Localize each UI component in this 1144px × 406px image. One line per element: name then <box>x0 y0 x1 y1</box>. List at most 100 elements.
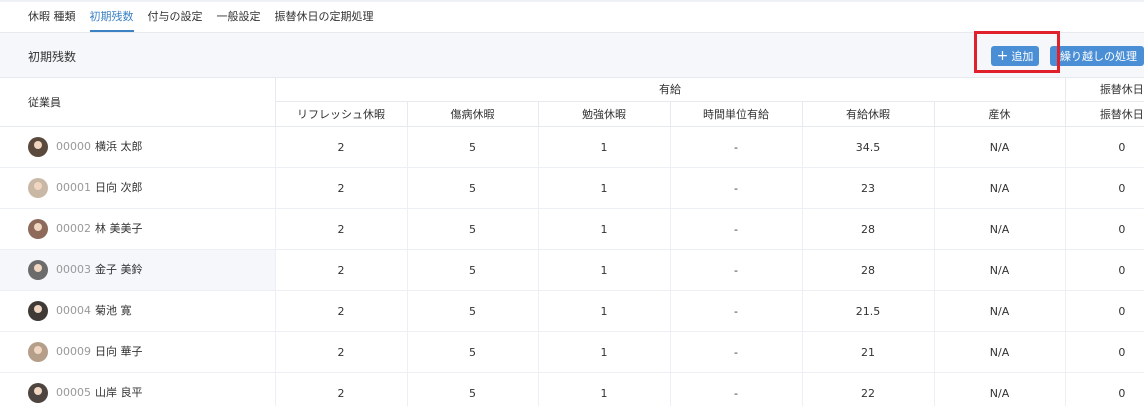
balance-cell[interactable]: 28 <box>801 249 934 291</box>
balance-cell[interactable]: 2 <box>274 372 407 406</box>
employee-cell[interactable]: 00002 林 美美子 <box>0 208 275 250</box>
balance-cell[interactable]: 2 <box>274 167 407 209</box>
substitute-group-header: 振替休日 <box>1064 77 1144 102</box>
balance-cell[interactable]: 0 <box>1064 372 1144 406</box>
table-row[interactable]: 00001 日向 次郎 2 5 1-23 N/A 0 <box>0 167 1144 209</box>
balance-cell[interactable]: - <box>669 167 802 209</box>
employee-cell[interactable]: 00001 日向 次郎 <box>0 167 275 209</box>
avatar <box>28 260 48 280</box>
table-row[interactable]: 00009 日向 華子 2 5 1-21 N/A 0 <box>0 331 1144 373</box>
balance-cell[interactable]: N/A <box>933 290 1066 332</box>
balance-cell[interactable]: - <box>669 249 802 291</box>
col-header-study: 勉強休暇 <box>537 101 670 127</box>
balance-cell[interactable]: 28 <box>801 208 934 250</box>
balance-cell[interactable]: 5 <box>406 208 538 250</box>
balance-cell[interactable]: 0 <box>1064 290 1144 332</box>
employee-cell[interactable]: 00009 日向 華子 <box>0 331 275 373</box>
balance-cell[interactable]: N/A <box>933 208 1066 250</box>
avatar <box>28 219 48 239</box>
balance-cell[interactable]: 1 <box>537 372 670 406</box>
add-button-label: 追加 <box>1011 50 1034 63</box>
employee-cell[interactable]: 00000 横浜 太郎 <box>0 126 275 168</box>
employee-column-header: 従業員 <box>0 77 276 127</box>
employee-name: 横浜 太郎 <box>95 140 143 153</box>
balance-cell[interactable]: 0 <box>1064 126 1144 168</box>
col-header-substitute: 振替休日 <box>1064 101 1144 127</box>
employee-id: 00002 <box>56 222 91 235</box>
employee-id: 00003 <box>56 263 91 276</box>
balance-cell[interactable]: 5 <box>406 331 538 373</box>
balance-cell[interactable]: 1 <box>537 249 670 291</box>
balance-cell[interactable]: 2 <box>274 249 407 291</box>
balance-cell[interactable]: 0 <box>1064 331 1144 373</box>
page-title: 初期残数 <box>28 50 77 64</box>
balance-cell[interactable]: 23 <box>801 167 934 209</box>
employee-cell[interactable]: 00004 菊池 寛 <box>0 290 275 332</box>
employee-id: 00000 <box>56 140 91 153</box>
employee-name: 日向 次郎 <box>95 181 143 194</box>
balance-cell[interactable]: 5 <box>406 372 538 406</box>
balance-cell[interactable]: N/A <box>933 126 1066 168</box>
balance-cell[interactable]: 2 <box>274 126 407 168</box>
table-row[interactable]: 00003 金子 美鈴 2 5 1-28 N/A 0 <box>0 249 1144 291</box>
balance-cell[interactable]: 5 <box>406 167 538 209</box>
table-viewport: 従業員 有給 振替休日 リフレッシュ休暇 傷病休暇 勉強休暇 時間単位有給 有給… <box>0 77 1144 406</box>
balance-cell[interactable]: 2 <box>274 331 407 373</box>
balance-cell[interactable]: 22 <box>801 372 934 406</box>
balance-cell[interactable]: N/A <box>933 372 1066 406</box>
balance-cell[interactable]: 21 <box>801 331 934 373</box>
balance-cell[interactable]: 5 <box>406 290 538 332</box>
table-row[interactable]: 00000 横浜 太郎 2 5 1-34.5 N/A 0 <box>0 126 1144 168</box>
balance-cell[interactable]: 2 <box>274 290 407 332</box>
avatar <box>28 383 48 403</box>
employee-id: 00004 <box>56 304 91 317</box>
balance-cell[interactable]: 1 <box>537 126 670 168</box>
employee-cell[interactable]: 00005 山岸 良平 <box>0 372 275 406</box>
col-header-sick: 傷病休暇 <box>406 101 538 127</box>
tab-initial-balance[interactable]: 初期残数 <box>89 8 134 32</box>
balance-cell[interactable]: N/A <box>933 249 1066 291</box>
avatar <box>28 342 48 362</box>
employee-cell[interactable]: 00003 金子 美鈴 <box>0 249 275 291</box>
tab-leave-types[interactable]: 休暇 種類 <box>28 8 76 32</box>
balance-cell[interactable]: 1 <box>537 208 670 250</box>
table-row[interactable]: 00005 山岸 良平 2 5 1-22 N/A 0 <box>0 372 1144 406</box>
employee-id: 00001 <box>56 181 91 194</box>
carry-over-button-label: 繰り越しの処理 <box>1060 50 1137 63</box>
balance-cell[interactable]: N/A <box>933 331 1066 373</box>
avatar <box>28 301 48 321</box>
tab-general-settings[interactable]: 一般設定 <box>217 8 261 32</box>
employee-id: 00005 <box>56 386 91 399</box>
balance-cell[interactable]: 0 <box>1064 167 1144 209</box>
section-header: 初期残数 + 追加 繰り越しの処理 <box>0 33 1144 78</box>
employee-id: 00009 <box>56 345 91 358</box>
tab-substitute-holiday-processing[interactable]: 振替休日の定期処理 <box>275 8 374 32</box>
balance-cell[interactable]: 1 <box>537 167 670 209</box>
balance-cell[interactable]: 1 <box>537 331 670 373</box>
balance-cell[interactable]: - <box>669 208 802 250</box>
carry-over-button[interactable]: 繰り越しの処理 <box>1050 46 1144 66</box>
balance-cell[interactable]: 5 <box>406 126 538 168</box>
tab-grant-settings[interactable]: 付与の設定 <box>148 8 203 32</box>
balance-cell[interactable]: N/A <box>933 167 1066 209</box>
balance-cell[interactable]: - <box>669 331 802 373</box>
balance-cell[interactable]: - <box>669 372 802 406</box>
balance-cell[interactable]: 21.5 <box>801 290 934 332</box>
balance-cell[interactable]: 34.5 <box>801 126 934 168</box>
employee-name: 山岸 良平 <box>95 386 143 399</box>
table-row[interactable]: 00004 菊池 寛 2 5 1-21.5 N/A 0 <box>0 290 1144 332</box>
balance-cell[interactable]: - <box>669 126 802 168</box>
employee-name: 菊池 寛 <box>95 304 132 317</box>
balance-cell[interactable]: - <box>669 290 802 332</box>
employee-name: 林 美美子 <box>95 222 143 235</box>
balance-cell[interactable]: 0 <box>1064 208 1144 250</box>
employee-name: 金子 美鈴 <box>95 263 143 276</box>
balance-cell[interactable]: 5 <box>406 249 538 291</box>
balance-cell[interactable]: 0 <box>1064 249 1144 291</box>
paid-group-header: 有給 <box>274 77 1066 102</box>
balance-cell[interactable]: 1 <box>537 290 670 332</box>
avatar <box>28 178 48 198</box>
balance-cell[interactable]: 2 <box>274 208 407 250</box>
add-button[interactable]: + 追加 <box>991 46 1039 66</box>
table-row[interactable]: 00002 林 美美子 2 5 1-28 N/A 0 <box>0 208 1144 250</box>
